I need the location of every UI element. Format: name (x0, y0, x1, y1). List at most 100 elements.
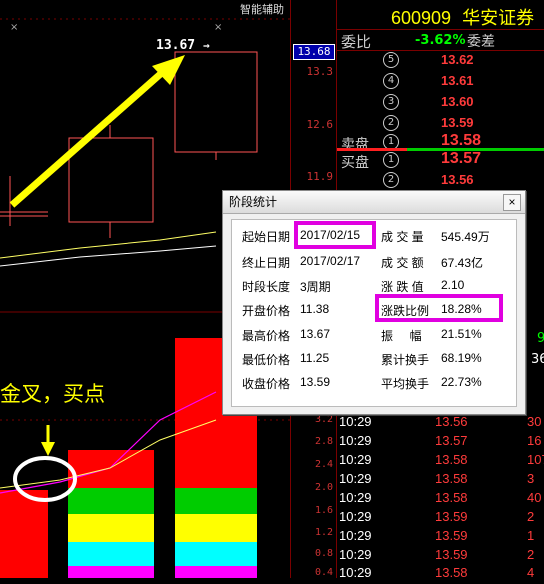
avg-turnover-label: 平均换手 (381, 377, 430, 391)
trade-row[interactable]: 10:29 13.58 3 (337, 471, 544, 490)
partial-value: 9 (537, 331, 544, 346)
axis-tick: 2.0 (314, 482, 333, 493)
axis-tick: 2.4 (314, 459, 333, 470)
weibi-value: -3.62% (415, 33, 466, 48)
buy-price: 13.56 (441, 172, 474, 187)
current-price-label: 13.68 (293, 44, 335, 60)
amplitude-value: 21.51% (441, 327, 482, 341)
low-price-label: 最低价格 (242, 353, 291, 367)
end-date-label: 终止日期 (242, 256, 291, 270)
trade-volume: 2 (527, 547, 535, 562)
partial-value: 36 (531, 352, 544, 367)
buy-label: 买盘 (341, 155, 369, 171)
weibi-label: 委比 (341, 33, 372, 51)
axis-tick: 0.4 (314, 567, 333, 578)
trade-price: 13.58 (435, 471, 468, 486)
sell-level-4[interactable]: 4 13.61 (337, 73, 544, 94)
price-marker: 13.67 → (156, 38, 210, 53)
volume-bar-2 (68, 450, 154, 578)
axis-tick: 13.3 (306, 65, 334, 78)
high-price-value: 13.67 (300, 327, 331, 341)
high-price-label: 最高价格 (242, 329, 291, 343)
amount-value: 67.43亿 (441, 256, 484, 270)
trade-row[interactable]: 10:29 13.59 1 (337, 528, 544, 547)
period-stats-dialog[interactable]: 阶段统计 × 起始日期 2017/02/15 终止日期 2017/02/17 时… (222, 190, 526, 415)
stock-name: 华安证券 (462, 8, 535, 28)
candle-3 (174, 51, 258, 160)
dialog-title[interactable]: 阶段统计 (223, 191, 525, 214)
close-icon[interactable]: × (503, 194, 521, 211)
volume-label: 成 交 量 (381, 230, 424, 244)
trade-time: 10:29 (339, 433, 372, 448)
trade-volume: 2 (527, 509, 535, 524)
trade-row[interactable]: 10:29 13.56 30 (337, 414, 544, 433)
indicator-label[interactable]: 智能辅助 (240, 1, 284, 17)
arrow-down-icon (41, 442, 55, 456)
trade-price: 13.56 (435, 414, 468, 429)
volume-bar-1 (0, 490, 48, 578)
trade-volume: 30 (527, 414, 542, 429)
price-marker-value: 13.67 (156, 38, 196, 53)
trade-time: 10:29 (339, 471, 372, 486)
trade-price: 13.58 (435, 490, 468, 505)
highlight-start-date (294, 221, 376, 249)
close-price-value: 13.59 (300, 375, 331, 389)
sell-bar (337, 148, 407, 151)
trade-row[interactable]: 10:29 13.59 2 (337, 547, 544, 566)
trade-price: 13.59 (435, 509, 468, 524)
trade-time: 10:29 (339, 452, 372, 467)
trade-row[interactable]: 10:29 13.59 2 (337, 509, 544, 528)
sell-label: 卖盘 (341, 137, 369, 153)
trade-time: 10:29 (339, 528, 372, 543)
level-badge: 2 (383, 172, 399, 188)
sell-level-3[interactable]: 3 13.60 (337, 94, 544, 115)
trade-row[interactable]: 10:29 13.58 4 (337, 565, 544, 584)
weicha-label: 委差 (467, 34, 495, 50)
axis-tick: 12.6 (306, 118, 334, 131)
trade-row[interactable]: 10:29 13.57 16 (337, 433, 544, 452)
trade-time: 10:29 (339, 414, 372, 429)
axis-tick: 3.2 (314, 414, 333, 425)
stock-code: 600909 (391, 8, 452, 28)
level-badge: 5 (383, 52, 399, 68)
sell-level-5[interactable]: 5 13.62 (337, 52, 544, 73)
buy-price: 13.57 (441, 150, 482, 167)
sell-price: 13.59 (441, 115, 474, 130)
sell-price: 13.62 (441, 52, 474, 67)
amplitude-label: 振 幅 (381, 329, 422, 343)
axis-tick: 1.6 (314, 505, 333, 516)
trade-price: 13.59 (435, 528, 468, 543)
change-value: 2.10 (441, 278, 465, 292)
ma-line-yellow (0, 231, 217, 259)
change-label: 涨 跌 值 (381, 280, 424, 294)
amount-label: 成 交 额 (381, 256, 424, 270)
arrow-right-icon: → (202, 39, 210, 52)
trade-price: 13.59 (435, 547, 468, 562)
trade-time: 10:29 (339, 547, 372, 562)
open-price-value: 11.38 (300, 302, 330, 316)
trade-price: 13.57 (435, 433, 468, 448)
axis-tick: 1.2 (314, 527, 333, 538)
trade-row[interactable]: 10:29 13.58 107 (337, 452, 544, 471)
trade-row[interactable]: 10:29 13.58 40 (337, 490, 544, 509)
ma-line-white (0, 245, 217, 267)
buy-level-1[interactable]: 买盘 1 13.57 (337, 150, 544, 173)
trade-price: 13.58 (435, 452, 468, 467)
stats-panel: 起始日期 2017/02/15 终止日期 2017/02/17 时段长度 3周期… (231, 219, 517, 407)
buy-point-annotation: 金叉，买点 (0, 382, 105, 406)
end-date-value: 2017/02/17 (300, 254, 361, 268)
axis-tick: 0.8 (314, 548, 333, 559)
cum-turnover-value: 68.19% (441, 351, 482, 365)
low-price-value: 11.25 (300, 351, 330, 365)
start-date-label: 起始日期 (242, 230, 291, 244)
sell-price: 13.61 (441, 73, 474, 88)
highlight-change-pct (375, 294, 503, 322)
trade-time: 10:29 (339, 509, 372, 524)
length-value: 3周期 (300, 280, 331, 294)
trade-volume: 107 (527, 452, 544, 467)
cum-turnover-label: 累计换手 (381, 353, 430, 367)
trade-time: 10:29 (339, 490, 372, 505)
avg-turnover-value: 22.73% (441, 375, 482, 389)
level-badge: 3 (383, 94, 399, 110)
level-badge: 2 (383, 115, 399, 131)
